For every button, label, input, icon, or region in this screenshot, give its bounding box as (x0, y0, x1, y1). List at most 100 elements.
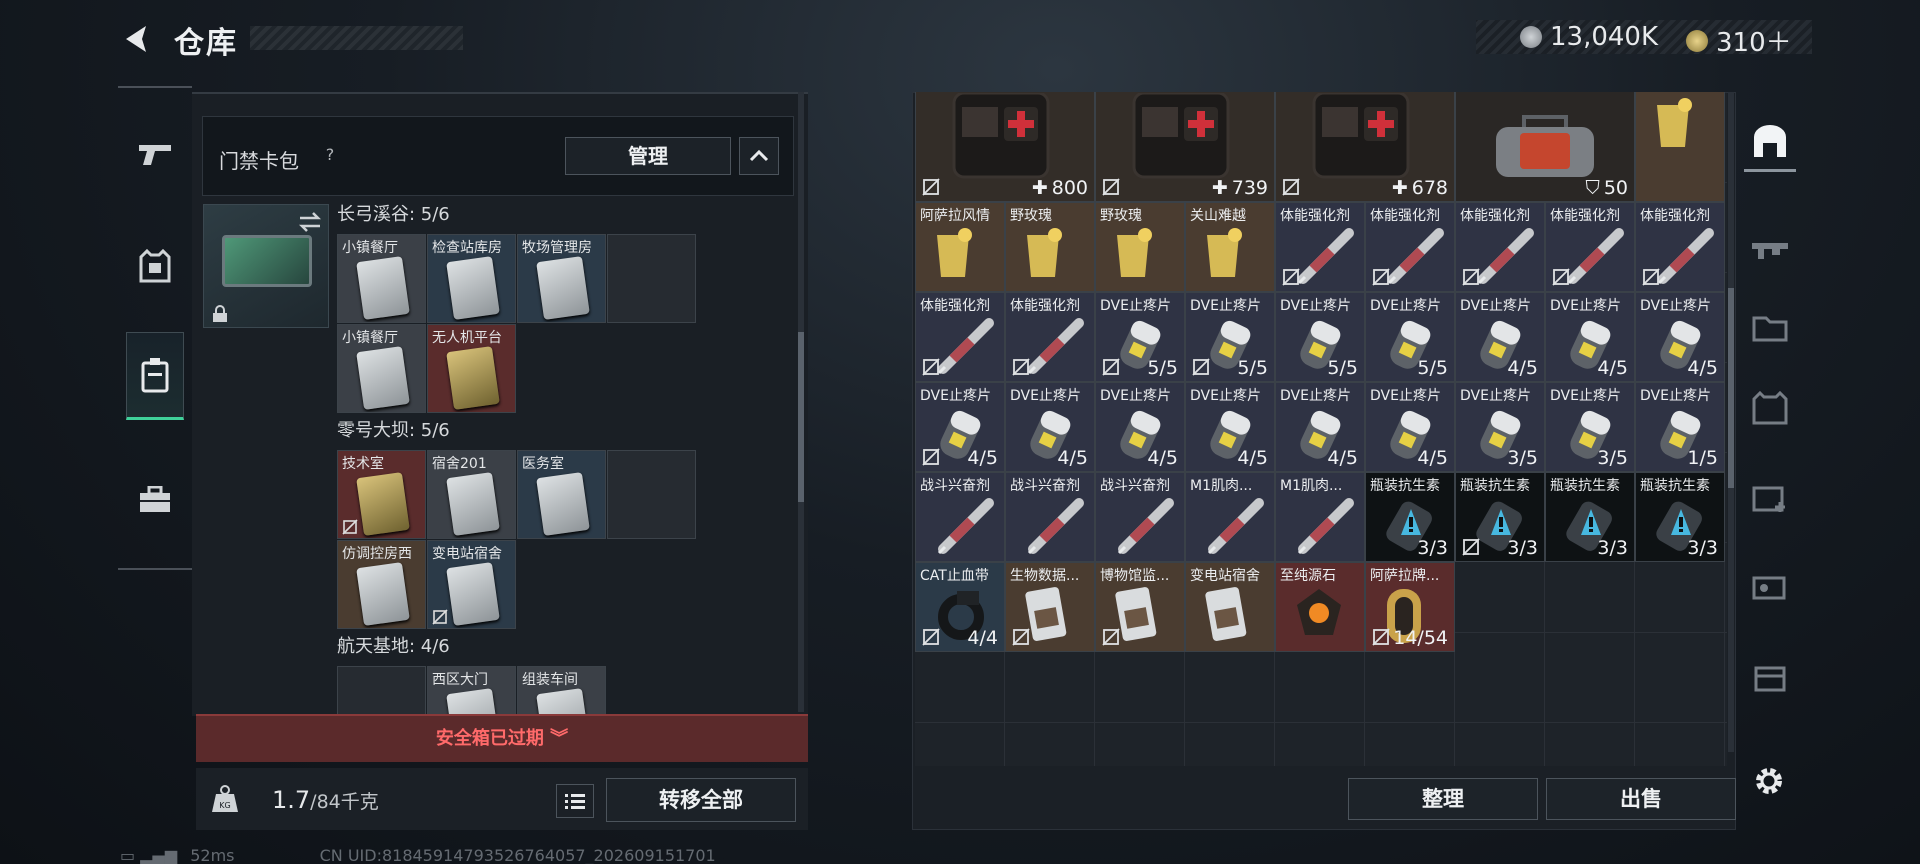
keycard-slot[interactable] (607, 234, 696, 323)
stash-item-injector[interactable]: 体能强化剂 (1005, 292, 1095, 382)
stash-item-injector[interactable]: 体能强化剂 (915, 292, 1005, 382)
stash-item-pill[interactable]: DVE止疼片 1/5 (1635, 382, 1725, 472)
stash-item-injector[interactable]: M1肌肉... (1185, 472, 1275, 562)
keycard-slot[interactable]: 宿舍201 (427, 450, 516, 539)
stash-item-pill[interactable]: DVE止疼片 5/5 (1275, 292, 1365, 382)
card-icon (1201, 585, 1251, 649)
nav-tab-keys[interactable] (1744, 558, 1796, 618)
item-count-value: 4/5 (1057, 447, 1088, 469)
item-count: 5/5 (1237, 357, 1268, 379)
stash-item-drink[interactable]: 野玫瑰 (1095, 202, 1185, 292)
stash-item-drink[interactable]: 野玫瑰 (1005, 202, 1095, 292)
stash-item-card[interactable]: 变电站宿舍 (1185, 562, 1275, 652)
item-count: 14/54 (1393, 627, 1448, 649)
keycard-slot[interactable]: 西区大门 (427, 666, 516, 720)
nav-keycards[interactable] (126, 332, 184, 420)
stash-item-pill[interactable]: DVE止疼片 4/5 (1635, 292, 1725, 382)
stash-item-pill[interactable]: DVE止疼片 4/5 (1005, 382, 1095, 472)
stash-item-pill[interactable]: DVE止疼片 5/5 (1095, 292, 1185, 382)
keycard-slot[interactable]: 医务室 (517, 450, 606, 539)
weight-total: /84千克 (310, 791, 379, 813)
help-icon[interactable]: ? (317, 142, 343, 168)
vest-icon (1752, 391, 1788, 425)
nav-tab-misc[interactable] (1744, 648, 1796, 708)
stash-item-bottle[interactable]: 瓶装抗生素 3/3 (1635, 472, 1725, 562)
stash-item-injector[interactable]: M1肌肉... (1275, 472, 1365, 562)
nav-weapons[interactable] (126, 110, 184, 198)
manage-button[interactable]: 管理 (565, 137, 731, 175)
keycard-slot[interactable]: 无人机平台 (427, 324, 516, 413)
keycard-slot[interactable]: 小镇餐厅 (337, 324, 426, 413)
stash-item-gem[interactable]: 至纯源石 (1275, 562, 1365, 652)
stash-item-drink[interactable]: 阿萨拉风情 (915, 202, 1005, 292)
stash-item-injector[interactable]: 体能强化剂 (1365, 202, 1455, 292)
stash-item-card[interactable]: 生物数据... (1005, 562, 1095, 652)
settings-gear-icon[interactable] (1752, 764, 1786, 798)
nav-tab-armor[interactable] (1744, 378, 1796, 438)
keycard-slot[interactable]: 仿调控房西 (337, 540, 426, 629)
swap-icon (298, 212, 322, 232)
stash-item-card[interactable]: 博物馆监... (1095, 562, 1185, 652)
keycard-slot[interactable]: 技术室 (337, 450, 426, 539)
stash-item-injector[interactable]: 战斗兴奋剂 (1005, 472, 1095, 562)
keycard-slot[interactable]: 变电站宿舍 (427, 540, 516, 629)
stash-item-drink[interactable]: 关山难越 (1185, 202, 1275, 292)
stash-item-drink[interactable]: 雷斯舞步 (1635, 92, 1725, 202)
keycard-slot[interactable] (337, 666, 426, 720)
stash-item-bag[interactable]: 标准头盔⛉50⛉ 50 (1455, 92, 1635, 202)
keycard-slot[interactable]: 组装车间 (517, 666, 606, 720)
stash-item-pill[interactable]: DVE止疼片 5/5 (1185, 292, 1275, 382)
stash-item-pill[interactable]: DVE止疼片 3/5 (1455, 382, 1545, 472)
nav-tab-weapons[interactable] (1744, 218, 1796, 278)
stash-item-bottle[interactable]: 瓶装抗生素 3/3 (1365, 472, 1455, 562)
nav-tab-containers[interactable] (1744, 298, 1796, 358)
stash-item-injector[interactable]: 战斗兴奋剂 (1095, 472, 1185, 562)
keycard-name: 检查站库房 (432, 240, 502, 256)
stash-item-first-aid-kit[interactable]: ✚ 678 (1275, 92, 1455, 202)
item-count-value: 4/4 (967, 627, 998, 649)
stash-item-pill[interactable]: DVE止疼片 4/5 (1095, 382, 1185, 472)
stash-item-pill[interactable]: DVE止疼片 4/5 (1185, 382, 1275, 472)
stash-item-pill[interactable]: DVE止疼片 4/5 (915, 382, 1005, 472)
sort-button[interactable]: 整理 (1348, 778, 1538, 820)
stash-item-pill[interactable]: DVE止疼片 3/5 (1545, 382, 1635, 472)
safebox-expired-banner[interactable]: 安全箱已过期 ︾ (196, 714, 808, 762)
stash-item-token[interactable]: 阿萨拉牌... 14/54 (1365, 562, 1455, 652)
keycard-slot[interactable]: 检查站库房 (427, 234, 516, 323)
back-arrow-icon[interactable] (120, 22, 154, 56)
nav-armor[interactable] (126, 222, 184, 310)
bag-icon (1490, 113, 1600, 187)
stash-item-bottle[interactable]: 瓶装抗生素 3/3 (1545, 472, 1635, 562)
right-scroll-thumb[interactable] (1728, 288, 1734, 488)
left-scroll-thumb[interactable] (798, 332, 804, 502)
stash-item-injector[interactable]: 体能强化剂 (1455, 202, 1545, 292)
nav-toolbox[interactable] (126, 456, 184, 544)
keycard-slot[interactable]: 牧场管理房 (517, 234, 606, 323)
stash-item-pill[interactable]: DVE止疼片 4/5 (1545, 292, 1635, 382)
keycard-slot[interactable]: 小镇餐厅 (337, 234, 426, 323)
currency-premium[interactable]: 310＋ (1686, 22, 1792, 59)
collapse-button[interactable] (739, 137, 779, 175)
stash-item-pill[interactable]: DVE止疼片 4/5 (1275, 382, 1365, 472)
stash-item-injector[interactable]: 体能强化剂 (1545, 202, 1635, 292)
stash-item-pill[interactable]: DVE止疼片 5/5 (1365, 292, 1455, 382)
keycard-slot[interactable] (607, 450, 696, 539)
card-pack-item[interactable] (203, 204, 329, 328)
stash-item-injector[interactable]: 体能强化剂 (1635, 202, 1725, 292)
stash-item-pill[interactable]: DVE止疼片 4/5 (1365, 382, 1455, 472)
nav-stash-home[interactable] (1744, 112, 1796, 172)
transfer-all-button[interactable]: 转移全部 (606, 778, 796, 822)
stash-item-pill[interactable]: DVE止疼片 4/5 (1455, 292, 1545, 382)
list-view-button[interactable] (556, 784, 594, 818)
sell-button[interactable]: 出售 (1546, 778, 1736, 820)
stash-item-injector[interactable]: 体能强化剂 (1275, 202, 1365, 292)
stash-item-injector[interactable]: 战斗兴奋剂 (915, 472, 1005, 562)
left-scrollbar[interactable] (798, 92, 804, 712)
stash-item-tourniquet[interactable]: CAT止血带 4/4 (915, 562, 1005, 652)
stash-item-first-aid-kit[interactable]: ✚ 739 (1095, 92, 1275, 202)
stash-grid[interactable]: ✚800✚739✚678标准头盔⛉50⛉ 50雷斯舞步阿萨拉风情野玫瑰野玫瑰关山… (915, 92, 1727, 766)
right-scrollbar[interactable] (1728, 92, 1734, 752)
stash-item-first-aid-kit[interactable]: ✚ 800 (915, 92, 1095, 202)
stash-item-bottle[interactable]: 瓶装抗生素 3/3 (1455, 472, 1545, 562)
nav-tab-medical[interactable] (1744, 468, 1796, 528)
